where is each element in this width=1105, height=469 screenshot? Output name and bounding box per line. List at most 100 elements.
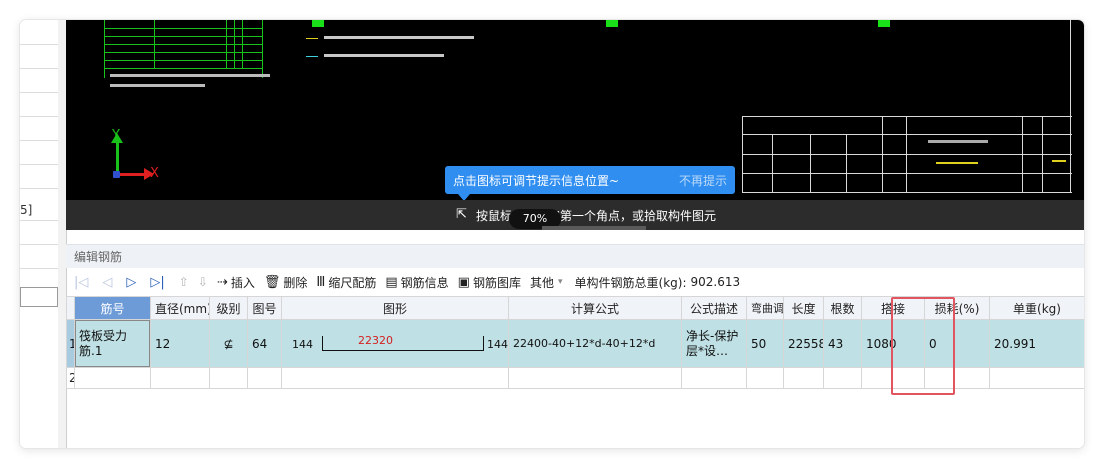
- figure-no-cell[interactable]: 64: [247, 319, 282, 368]
- move-down-icon[interactable]: ⇩: [198, 275, 208, 289]
- column-header[interactable]: 计算公式: [508, 296, 682, 320]
- shape-cell[interactable]: [281, 367, 509, 389]
- length-cell[interactable]: [783, 367, 824, 389]
- library-icon: ▣: [457, 274, 470, 290]
- grid-marker: [878, 20, 890, 27]
- collapse-arrows-icon[interactable]: ⇱: [456, 207, 467, 222]
- grid-marker: [312, 20, 324, 27]
- table-row[interactable]: 1 筏板受力筋.1 12 ⊈ 64 144 22320 144 22400-40…: [66, 319, 1084, 368]
- title-block-text: [936, 162, 978, 164]
- rebar-name-cell[interactable]: 筏板受力筋.1: [74, 319, 151, 368]
- rebar-info-label: 钢筋信息: [400, 275, 449, 290]
- rebar-library-button[interactable]: ▣ 钢筋图库: [458, 274, 521, 291]
- column-header[interactable]: 搭接: [861, 296, 925, 320]
- panel-row-line: [20, 220, 58, 221]
- loss-cell[interactable]: [924, 367, 990, 389]
- legend-line-yellow: [306, 38, 318, 39]
- panel-resize-handle[interactable]: [542, 226, 646, 230]
- grade-cell[interactable]: ⊈: [209, 319, 248, 368]
- first-record-icon[interactable]: |◁: [74, 275, 88, 290]
- info-sheet-icon: ▤: [385, 274, 398, 290]
- column-header[interactable]: 筋号: [74, 296, 151, 320]
- count-cell[interactable]: [823, 367, 862, 389]
- scale-config-label: 缩尺配筋: [328, 275, 377, 290]
- grade-cell[interactable]: [209, 367, 248, 389]
- shape-cell[interactable]: 144 22320 144: [281, 319, 509, 368]
- figure-no-cell[interactable]: [247, 367, 282, 389]
- shape-right-hook: [483, 335, 484, 351]
- lap-cell[interactable]: 1080: [861, 319, 925, 368]
- grid-header-row: 筋号 直径(mm) 级别 图号 图形 计算公式 公式描述 弯曲调整 长度 根数 …: [66, 296, 1084, 320]
- unit-weight-cell[interactable]: 20.991: [989, 319, 1084, 368]
- tooltip-text: 点击图标可调节提示信息位置~: [453, 173, 620, 188]
- drawing-line: [104, 36, 262, 37]
- panel-row-line: [20, 140, 58, 141]
- next-record-icon[interactable]: ▷: [126, 275, 136, 290]
- last-record-icon[interactable]: ▷|: [150, 275, 164, 290]
- panel-row-line: [20, 116, 58, 117]
- panel-row-line: [20, 188, 58, 189]
- loss-cell[interactable]: 0: [924, 319, 990, 368]
- panel-row-line: [20, 268, 58, 269]
- rebar-name-cell[interactable]: [74, 367, 151, 389]
- row-index-header[interactable]: [66, 296, 75, 320]
- panel-input-box[interactable]: [20, 287, 58, 307]
- ruler-icon: Ⅲ: [316, 274, 326, 290]
- table-row[interactable]: 2: [66, 367, 1084, 389]
- column-header[interactable]: 长度: [783, 296, 824, 320]
- trash-icon: 🗑: [263, 274, 281, 290]
- delete-button[interactable]: 🗑 删除: [264, 274, 308, 291]
- title-block-line: [1042, 116, 1043, 193]
- formula-cell[interactable]: 22400-40+12*d-40+12*d: [508, 319, 682, 368]
- column-header[interactable]: 单重(kg): [989, 296, 1084, 320]
- insert-button[interactable]: ⇢ 插入: [217, 274, 255, 291]
- formula-cell[interactable]: [508, 367, 682, 389]
- hint-tooltip[interactable]: 点击图标可调节提示信息位置~ 不再提示: [445, 166, 735, 194]
- row-index[interactable]: 2: [66, 367, 75, 389]
- lap-cell[interactable]: [861, 367, 925, 389]
- other-label: 其他: [529, 275, 554, 290]
- drawing-note-line: [110, 74, 270, 77]
- shape-left-length: 144: [292, 337, 313, 351]
- column-header[interactable]: 公式描述: [681, 296, 747, 320]
- title-block-text: [1052, 160, 1066, 162]
- tooltip-dismiss-link[interactable]: 不再提示: [679, 172, 727, 189]
- drawing-note-line: [110, 84, 205, 87]
- axis-y-line: [116, 140, 119, 174]
- other-menu-button[interactable]: 其他 ▾: [530, 274, 566, 291]
- panel-row-line: [20, 244, 58, 245]
- insert-label: 插入: [230, 275, 255, 290]
- drawing-line: [262, 20, 263, 78]
- unit-weight-cell[interactable]: [989, 367, 1084, 389]
- formula-desc-cell[interactable]: 净长-保护层*设…: [681, 319, 747, 368]
- row-index[interactable]: 1: [66, 319, 75, 368]
- column-header[interactable]: 图形: [281, 296, 509, 320]
- legend-line-cyan: [306, 56, 318, 57]
- scale-config-button[interactable]: Ⅲ 缩尺配筋: [316, 274, 376, 291]
- rebar-info-button[interactable]: ▤ 钢筋信息: [385, 274, 448, 291]
- column-header[interactable]: 图号: [247, 296, 282, 320]
- title-block-line: [846, 134, 847, 193]
- diameter-cell[interactable]: 12: [150, 319, 210, 368]
- prev-record-icon[interactable]: ◁: [102, 275, 112, 290]
- axis-x-label: X: [150, 166, 159, 181]
- drawing-line: [104, 28, 262, 29]
- rebar-shape-figure: 144 22320 144: [283, 326, 508, 362]
- column-header[interactable]: 根数: [823, 296, 862, 320]
- bend-adjust-cell[interactable]: 50: [746, 319, 784, 368]
- drawing-line: [104, 60, 262, 61]
- title-block-line: [742, 116, 743, 193]
- column-header[interactable]: 级别: [209, 296, 248, 320]
- move-up-icon[interactable]: ⇧: [179, 275, 189, 289]
- formula-desc-cell[interactable]: [681, 367, 747, 389]
- diameter-cell[interactable]: [150, 367, 210, 389]
- column-header[interactable]: 直径(mm): [150, 296, 210, 320]
- title-block-line: [882, 116, 883, 193]
- count-cell[interactable]: 43: [823, 319, 862, 368]
- column-header[interactable]: 弯曲调整: [746, 296, 784, 320]
- length-cell[interactable]: 22558: [783, 319, 824, 368]
- bend-adjust-cell[interactable]: [746, 367, 784, 389]
- column-header[interactable]: 损耗(%): [924, 296, 990, 320]
- grid-marker: [606, 20, 618, 27]
- shape-bar-line: [322, 349, 484, 351]
